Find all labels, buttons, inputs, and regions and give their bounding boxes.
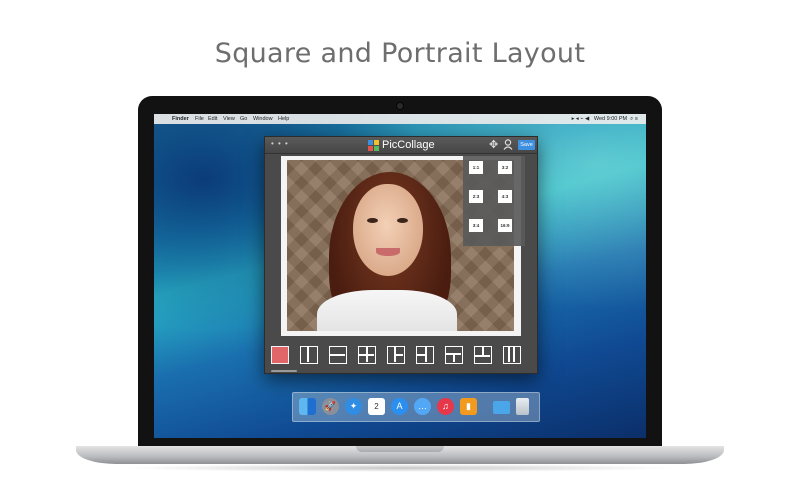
photo-face <box>353 184 423 276</box>
search-icon[interactable]: ⌕ ≡ <box>629 116 638 122</box>
camera-icon <box>397 103 403 109</box>
photo-lips <box>376 248 400 256</box>
move-icon[interactable]: ✥ <box>489 138 498 152</box>
menu-finder[interactable]: Finder <box>172 114 189 124</box>
ratio-16-9-button[interactable]: 16:9 <box>498 219 512 232</box>
folder-icon[interactable] <box>493 401 510 414</box>
layout-scrollbar[interactable] <box>271 370 297 372</box>
layout-four-grid[interactable] <box>358 346 376 364</box>
messages-icon[interactable]: … <box>414 398 431 415</box>
layout-two-horizontal[interactable] <box>329 346 347 364</box>
ratio-3-4-button[interactable]: 3:4 <box>469 219 483 232</box>
dock: 🚀 ✦ 2 A … ♫ ▮ <box>292 392 540 422</box>
photo-eye-right <box>397 218 408 223</box>
ibooks-icon[interactable]: ▮ <box>460 398 477 415</box>
piccollage-logo-icon <box>368 140 379 151</box>
layout-single[interactable] <box>271 346 289 364</box>
laptop-base <box>76 446 724 464</box>
app-title: PicCollage <box>382 139 435 151</box>
ratio-3-2-button[interactable]: 3:2 <box>498 161 512 174</box>
calendar-icon[interactable]: 2 <box>368 398 385 415</box>
desktop-screen: Finder File Edit View Go Window Help ▸ ◂… <box>154 114 646 438</box>
piccollage-window: • • • PicCollage ✥ Save 1:1 3:2 2:3 4:3 … <box>264 136 538 374</box>
laptop-shadow <box>120 464 680 472</box>
menu-view[interactable]: View <box>223 114 235 124</box>
photo-eye-left <box>367 218 378 223</box>
laptop-notch <box>356 446 444 452</box>
ratio-4-3-button[interactable]: 4:3 <box>498 190 512 203</box>
safari-icon[interactable]: ✦ <box>345 398 362 415</box>
layout-two-vertical[interactable] <box>300 346 318 364</box>
menu-help[interactable]: Help <box>278 114 289 124</box>
layout-top-split[interactable] <box>445 346 463 364</box>
menu-go[interactable]: Go <box>240 114 247 124</box>
save-button[interactable]: Save <box>518 140 535 150</box>
status-icons[interactable]: ▸ ◂ ⌁ ◀︎ <box>572 116 593 122</box>
laptop-bezel: Finder File Edit View Go Window Help ▸ ◂… <box>138 96 662 448</box>
title-bar[interactable]: • • • PicCollage ✥ Save <box>265 137 537 154</box>
layout-bottom-split[interactable] <box>474 346 492 364</box>
menu-bar: Finder File Edit View Go Window Help ▸ ◂… <box>154 114 646 124</box>
trash-icon[interactable] <box>516 398 529 415</box>
headline: Square and Portrait Layout <box>214 38 586 69</box>
itunes-icon[interactable]: ♫ <box>437 398 454 415</box>
app-store-icon[interactable]: A <box>391 398 408 415</box>
person-icon[interactable] <box>503 139 513 150</box>
finder-icon[interactable] <box>299 398 316 415</box>
status-area: ▸ ◂ ⌁ ◀︎ Wed 9:00 PM ⌕ ≡ <box>572 114 638 124</box>
ratio-popover: 1:1 3:2 2:3 4:3 3:4 16:9 <box>463 156 525 246</box>
launchpad-icon[interactable]: 🚀 <box>322 398 339 415</box>
layout-left-split[interactable] <box>387 346 405 364</box>
ratio-1-1-button[interactable]: 1:1 <box>469 161 483 174</box>
menu-edit[interactable]: Edit <box>208 114 217 124</box>
photo-shirt <box>317 290 457 331</box>
layout-bar <box>265 344 537 368</box>
window-controls[interactable]: • • • <box>271 137 289 151</box>
layout-three-columns[interactable] <box>503 346 521 364</box>
layout-right-split[interactable] <box>416 346 434 364</box>
menu-window[interactable]: Window <box>253 114 273 124</box>
menu-clock[interactable]: Wed 9:00 PM <box>594 116 627 122</box>
menu-file[interactable]: File <box>195 114 204 124</box>
ratio-2-3-button[interactable]: 2:3 <box>469 190 483 203</box>
